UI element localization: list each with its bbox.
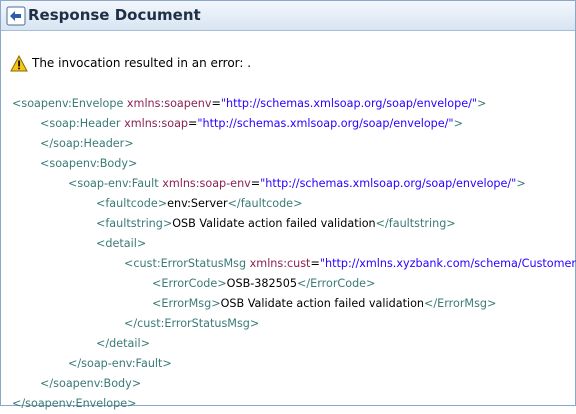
error-message-text: The invocation resulted in an error: . [32,56,252,70]
xml-tag: </soapenv:Body> [40,377,142,390]
xml-line-fault-open: <soap-env:Fault xmlns:soap-env="http://s… [68,174,526,194]
xml-tag: <cust:ErrorStatusMsg [124,257,247,270]
xml-line-detail-close: </detail> [96,334,150,354]
xml-tag: </soapenv:Envelope> [12,397,137,410]
xml-equals: = [211,97,221,110]
warning-icon [10,55,28,72]
xml-value: "http://schemas.xmlsoap.org/soap/envelop… [260,177,517,190]
xml-tag: </faultcode> [227,197,303,210]
xml-text: OSB-382505 [226,277,297,290]
xml-tag: <soapenv:Body> [40,157,138,170]
xml-text: OSB Validate action failed validation [172,217,376,230]
xml-tag: <ErrorCode> [152,277,227,290]
xml-tag: <soap-env:Fault [68,177,159,190]
xml-tag: <detail> [96,237,147,250]
xml-line-faultcode: <faultcode>env:Server</faultcode> [96,194,302,214]
xml-line-detail-open: <detail> [96,234,146,254]
xml-line-faultstring: <faultstring>OSB Validate action failed … [96,214,456,234]
xml-line-header-open: <soap:Header xmlns:soap="http://schemas.… [40,114,463,134]
xml-tag: <soap:Header [40,117,121,130]
xml-attribute: xmlns:soap [124,117,189,130]
xml-equals: = [310,257,320,270]
xml-tag: <faultstring> [96,217,173,230]
xml-tag: </detail> [96,337,150,350]
xml-tag: </soap:Header> [40,137,134,150]
xml-text: env:Server [167,197,228,210]
xml-tag-end: > [516,177,526,190]
xml-line-body-open: <soapenv:Body> [40,154,137,174]
back-arrow-icon[interactable] [6,6,26,26]
xml-tag: <faultcode> [96,197,168,210]
xml-line-fault-close: </soap-env:Fault> [68,354,172,374]
xml-line-envelope-open: <soapenv:Envelope xmlns:soapenv="http://… [12,94,486,114]
xml-tag-end: > [477,97,487,110]
xml-equals: = [250,177,261,190]
xml-tag: </cust:ErrorStatusMsg> [124,317,260,330]
xml-value: "http://schemas.xmlsoap.org/soap/envelop… [197,117,454,130]
xml-tag: </soap-env:Fault> [68,357,172,370]
xml-attribute: xmlns:soap-env [162,177,251,190]
xml-tag: </ErrorMsg> [424,297,497,310]
xml-line-errorstatus-close: </cust:ErrorStatusMsg> [124,314,259,334]
xml-equals: = [188,117,198,130]
xml-line-errorstatus-open: <cust:ErrorStatusMsg xmlns:cust="http://… [124,254,576,274]
panel-header: Response Document [1,1,575,31]
xml-tag: <soapenv:Envelope [12,97,124,110]
panel-title: Response Document [28,6,201,24]
xml-text: OSB Validate action failed validation [220,297,425,310]
xml-tag: <ErrorMsg> [152,297,221,310]
xml-attribute: xmlns:cust [249,257,311,270]
xml-line-errorcode: <ErrorCode>OSB-382505</ErrorCode> [152,274,375,294]
xml-attribute: xmlns:soapenv [126,97,212,110]
xml-tag-end: > [453,117,463,130]
xml-line-envelope-close: </soapenv:Envelope> [12,394,137,414]
xml-line-errormsg: <ErrorMsg>OSB Validate action failed val… [152,294,496,314]
xml-line-body-close: </soapenv:Body> [40,374,141,394]
xml-value: "http://xmlns.xyzbank.com/schema/Custome… [319,257,576,270]
xml-line-header-close: </soap:Header> [40,134,134,154]
xml-tag: </ErrorCode> [297,277,376,290]
xml-tag: </faultstring> [375,217,456,230]
xml-value: "http://schemas.xmlsoap.org/soap/envelop… [220,97,478,110]
